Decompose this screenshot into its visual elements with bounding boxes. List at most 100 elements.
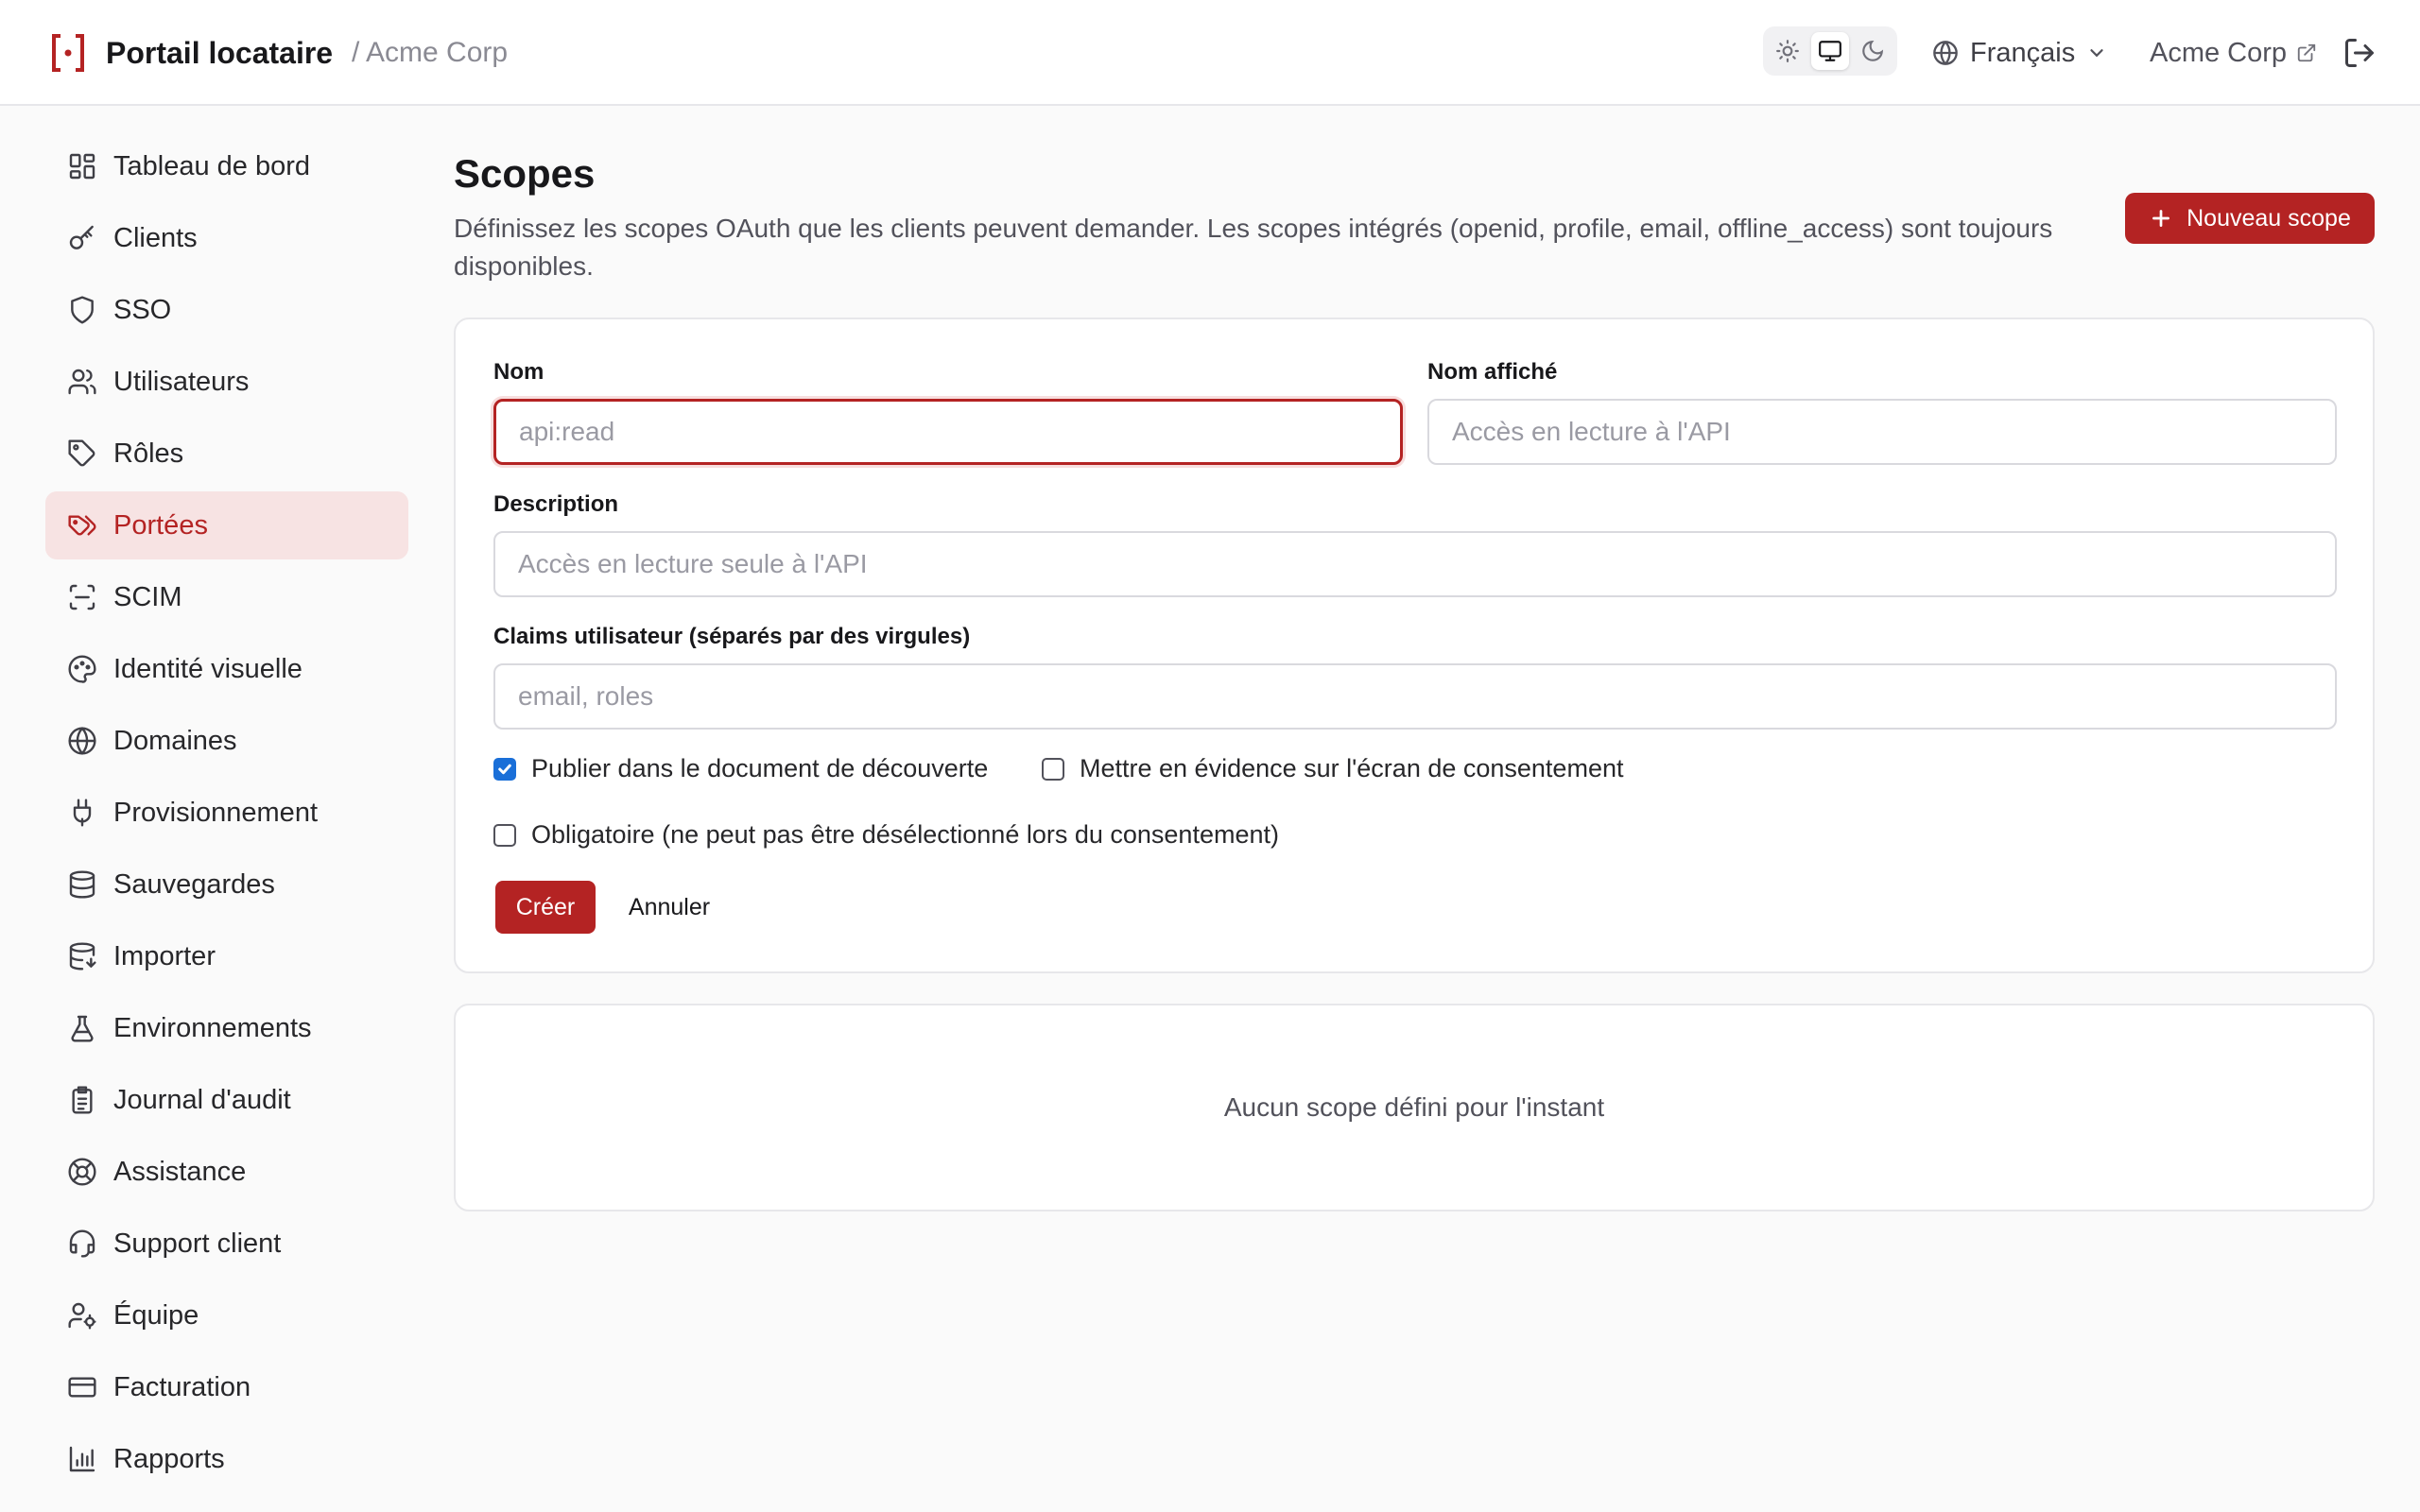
highlight-consent-checkbox[interactable] <box>1042 757 1064 781</box>
sidebar-item-label: SSO <box>113 294 172 325</box>
sidebar-item-bar-chart[interactable]: Rapports <box>45 1425 408 1493</box>
highlight-consent-option[interactable]: Mettre en évidence sur l'écran de consen… <box>1042 754 1623 783</box>
new-scope-form: Nom Nom affiché Description Claims utili… <box>454 318 2375 973</box>
sidebar-item-globe[interactable]: Domaines <box>45 707 408 775</box>
sidebar-item-user-cog[interactable]: Équipe <box>45 1281 408 1349</box>
sidebar-nav: Tableau de bord Clients SSO Utilisateurs Rôl… <box>45 132 408 1497</box>
claims-input[interactable] <box>493 663 2337 730</box>
monitor-icon <box>1819 41 1841 61</box>
create-button[interactable]: Créer <box>495 881 596 934</box>
sidebar-item-label: Assistance <box>113 1156 247 1187</box>
sidebar-item-label: Provisionnement <box>113 797 318 828</box>
sidebar-item-label: Support client <box>113 1228 282 1259</box>
page-description: Définissez les scopes OAuth que les clie… <box>454 214 2053 281</box>
plug-icon <box>66 797 98 829</box>
language-label: Français <box>1970 37 2076 68</box>
sidebar-item-label: Facturation <box>113 1371 251 1402</box>
required-option[interactable]: Obligatoire (ne peut pas être désélectio… <box>493 820 1279 850</box>
name-label: Nom <box>493 359 544 385</box>
description-input[interactable] <box>493 531 2337 597</box>
sidebar-item-label: Journal d'audit <box>113 1084 291 1115</box>
theme-light-button[interactable] <box>1769 32 1806 70</box>
breadcrumb-tenant: / Acme Corp <box>352 37 509 68</box>
sidebar-item-scan[interactable]: SCIM <box>45 563 408 631</box>
sun-icon <box>1776 40 1799 62</box>
required-label: Obligatoire (ne peut pas être désélectio… <box>531 820 1279 849</box>
scan-icon <box>66 581 98 613</box>
publish-discovery-option[interactable]: Publier dans le document de découverte <box>493 754 988 783</box>
tenant-link-label: Acme Corp <box>2150 37 2288 68</box>
sidebar-item-key[interactable]: Clients <box>45 204 408 272</box>
clipboard-icon <box>66 1084 98 1116</box>
database-icon <box>66 868 98 901</box>
app-title[interactable]: Portail locataire <box>106 32 333 74</box>
plus-icon <box>2152 210 2170 227</box>
sidebar-item-palette[interactable]: Identité visuelle <box>45 635 408 703</box>
users-icon <box>66 366 98 398</box>
sidebar-item-plug[interactable]: Provisionnement <box>45 779 408 847</box>
cancel-button[interactable]: Annuler <box>613 881 726 934</box>
credit-card-icon <box>66 1371 98 1403</box>
sidebar-item-tags[interactable]: Portées <box>45 491 408 559</box>
database-import-icon <box>66 940 98 972</box>
shield-icon <box>66 294 98 326</box>
highlight-consent-label: Mettre en évidence sur l'écran de consen… <box>1080 754 1624 782</box>
bar-chart-icon <box>66 1443 98 1475</box>
sidebar-item-clipboard[interactable]: Journal d'audit <box>45 1066 408 1134</box>
sidebar-item-dashboard[interactable]: Tableau de bord <box>45 132 408 200</box>
chevron-down-icon <box>2090 49 2103 58</box>
publish-discovery-checkbox[interactable] <box>493 757 516 781</box>
theme-dark-button[interactable] <box>1854 32 1892 70</box>
sidebar-item-label: Environnements <box>113 1012 312 1043</box>
page-title: Scopes <box>454 151 596 196</box>
display-name-input[interactable] <box>1427 399 2337 465</box>
sidebar-item-label: Sauvegardes <box>113 868 275 900</box>
sidebar-item-database-import[interactable]: Importer <box>45 922 408 990</box>
display-name-label: Nom affiché <box>1427 359 1558 385</box>
name-input[interactable] <box>493 399 1403 465</box>
logout-icon[interactable] <box>2342 36 2377 70</box>
sidebar-item-label: Tableau de bord <box>113 150 310 181</box>
sidebar-item-shield[interactable]: SSO <box>45 276 408 344</box>
new-scope-button[interactable]: Nouveau scope <box>2125 193 2375 244</box>
sidebar-item-credit-card[interactable]: Facturation <box>45 1353 408 1421</box>
check-icon <box>498 764 511 774</box>
sidebar-item-label: Clients <box>113 222 198 253</box>
moon-icon <box>1862 40 1884 61</box>
tags-icon <box>66 509 98 541</box>
sidebar-item-label: Rôles <box>113 438 184 469</box>
language-selector[interactable]: Français <box>1932 32 2107 74</box>
sidebar-item-label: SCIM <box>113 581 182 612</box>
key-icon <box>66 222 98 254</box>
palette-icon <box>66 653 98 685</box>
tenant-external-link[interactable]: Acme Corp <box>2150 32 2317 74</box>
sidebar-item-label: Rapports <box>113 1443 225 1474</box>
dashboard-icon <box>66 150 98 182</box>
required-checkbox[interactable] <box>493 823 516 847</box>
new-scope-label: Nouveau scope <box>2187 204 2351 232</box>
theme-switcher <box>1763 26 1897 76</box>
publish-discovery-label: Publier dans le document de découverte <box>531 754 989 782</box>
flask-icon <box>66 1012 98 1044</box>
sidebar-item-database[interactable]: Sauvegardes <box>45 850 408 919</box>
sidebar-item-lifebuoy[interactable]: Assistance <box>45 1138 408 1206</box>
scopes-list-empty: Aucun scope défini pour l'instant <box>454 1004 2375 1211</box>
brand-logo-icon <box>52 34 84 72</box>
sidebar-item-headset[interactable]: Support client <box>45 1210 408 1278</box>
external-link-icon <box>2297 43 2316 62</box>
top-bar: Portail locataire / Acme Corp Français A… <box>0 0 2420 106</box>
description-label: Description <box>493 491 619 517</box>
sidebar-item-label: Utilisateurs <box>113 366 250 397</box>
sidebar-item-tag[interactable]: Rôles <box>45 420 408 488</box>
sidebar-item-label: Identité visuelle <box>113 653 302 684</box>
headset-icon <box>66 1228 98 1260</box>
theme-system-button[interactable] <box>1811 32 1849 70</box>
claims-label: Claims utilisateur (séparés par des virg… <box>493 624 971 649</box>
sidebar-item-label: Importer <box>113 940 216 971</box>
sidebar-item-users[interactable]: Utilisateurs <box>45 348 408 416</box>
tag-icon <box>66 438 98 470</box>
globe-icon <box>66 725 98 757</box>
sidebar-item-label: Portées <box>113 509 208 541</box>
user-cog-icon <box>66 1299 98 1332</box>
sidebar-item-flask[interactable]: Environnements <box>45 994 408 1062</box>
